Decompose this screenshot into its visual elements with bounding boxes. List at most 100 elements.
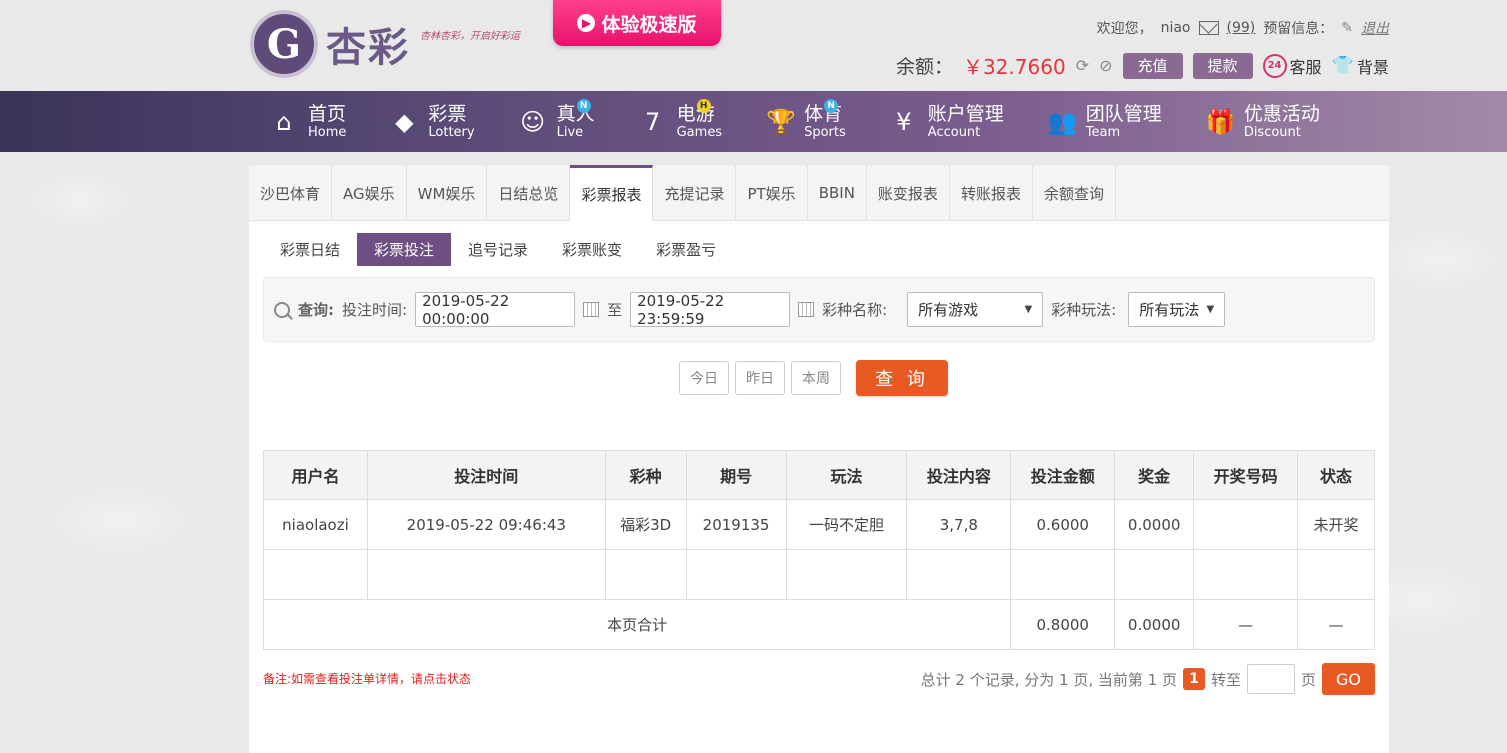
report-tabs: 沙巴体育 AG娱乐 WM娱乐 日结总览 彩票报表 充提记录 PT娱乐 BBIN 账变报表 转账报表… [249,165,1389,221]
quick-date-button[interactable]: 昨日 [735,361,785,395]
current-page-button[interactable]: 1 [1182,668,1205,690]
column-header: 状态 [1297,450,1375,500]
table-cell: 3,7,8 [906,499,1012,550]
support-24-icon: 24 [1262,53,1287,78]
play-type-select[interactable]: 所有玩法 ▼ [1128,292,1226,327]
table-cell: 福彩3D [604,499,687,550]
column-header: 开奖号码 [1193,450,1299,500]
username: niao [1160,20,1191,36]
promo-fast-version-button[interactable]: ▶ 体验极速版 [553,0,721,46]
nav-item-home[interactable]: ⌂ 首页 Home [270,91,346,152]
tab-2[interactable]: WM娱乐 [407,165,488,221]
table-cell [263,549,368,600]
subtab-3[interactable]: 彩票账变 [545,233,639,266]
nav-label-cn: 彩票 [428,102,467,125]
play-type-label: 彩种玩法: [1051,301,1117,319]
table-cell [1193,499,1299,550]
nav-badge: H [696,99,711,113]
start-time-input[interactable]: 2019-05-22 00:00:00 [415,292,576,328]
nav-item-team[interactable]: 👥 团队管理 Team [1048,91,1162,152]
balance-label: 余额： [895,56,953,78]
quick-date-button[interactable]: 今日 [679,361,729,395]
tab-5[interactable]: 充提记录 [653,165,737,221]
logo-slogan: 杏林杏彩，开启好彩运 [420,30,520,42]
lottery-icon: ◆ [395,107,414,136]
table-cell [906,549,1012,600]
withdraw-button[interactable]: 提款 [1192,52,1253,79]
nav-items: ⌂ 首页 Home ◆ 彩票 Lottery ☺ 真人 Live N 7 电游 Games H 🏆 体育 Spo… [270,91,1364,152]
promo-label: 体验极速版 [601,13,697,36]
recharge-button[interactable]: 充值 [1122,52,1183,79]
column-header: 期号 [685,450,787,500]
nav-item-sports[interactable]: 🏆 体育 Sports N [766,91,846,152]
query-label: 查询: [298,301,334,319]
table-header-row: 用户名 投注时间 彩种 期号 玩法 投注内容 投注金额 奖金 开奖号码 状态 [263,450,1375,500]
pagination: 总计 2 个记录, 分为 1 页, 当前第 1 页 1 转至 页 GO [921,663,1375,695]
total-cell: 0.8000 [1010,599,1116,650]
nav-badge: N [824,99,839,113]
tab-0[interactable]: 沙巴体育 [249,165,333,221]
table-cell[interactable]: 未开奖 [1297,499,1375,550]
nav-item-live[interactable]: ☺ 真人 Live N [519,91,595,152]
table-cell: 一码不定胆 [785,499,908,550]
mail-icon[interactable] [1198,21,1219,35]
site-logo[interactable]: G 杏彩 杏林杏彩，开启好彩运 [250,10,520,78]
goto-page-input[interactable] [1246,664,1295,694]
report-panel: 沙巴体育 AG娱乐 WM娱乐 日结总览 彩票报表 充提记录 PT娱乐 BBIN 账变报表 转账报表… [249,165,1389,753]
nav-label-en: Games [676,124,723,140]
nav-item-account[interactable]: ¥ 账户管理 Account [890,91,1004,152]
nav-label: 优惠活动 Discount [1243,102,1320,139]
tab-9[interactable]: 转账报表 [950,165,1033,221]
game-name-label: 彩种名称: [822,301,888,319]
message-count-link[interactable]: (99) [1227,20,1256,36]
quick-date-button[interactable]: 本周 [791,361,841,395]
trophy-icon: 🏆 [766,107,796,136]
nav-label-cn: 账户管理 [927,102,1004,125]
tab-7[interactable]: BBIN [808,165,867,221]
edit-icon[interactable]: ✎ [1341,20,1353,36]
subtab-2[interactable]: 追号记录 [451,233,545,266]
tab-4[interactable]: 彩票报表 [570,165,654,221]
eye-hide-icon[interactable]: ⊘ [1099,56,1112,75]
nav-item-lottery[interactable]: ◆ 彩票 Lottery [390,91,474,152]
table-cell [366,549,606,600]
tab-3[interactable]: 日结总览 [487,165,571,221]
tab-10[interactable]: 余额查询 [1033,165,1116,221]
end-time-input[interactable]: 2019-05-22 23:59:59 [630,292,791,328]
table-cell: 2019-05-22 09:46:43 [366,499,606,550]
query-button[interactable]: 查 询 [856,360,948,396]
to-label: 至 [607,301,623,319]
logout-link[interactable]: 退出 [1361,18,1389,38]
game-select-value: 所有游戏 [918,301,979,319]
total-cell: — [1193,599,1299,650]
total-cell: — [1297,599,1375,650]
table-cell [1114,549,1195,600]
total-cell: 0.0000 [1114,599,1195,650]
nav-label: 团队管理 Team [1086,104,1162,139]
subtab-1[interactable]: 彩票投注 [357,233,452,266]
subtab-0[interactable]: 彩票日结 [263,233,357,266]
column-header: 奖金 [1114,450,1195,500]
table-row-empty [263,549,1375,600]
customer-service-link[interactable]: 24 客服 [1262,53,1322,78]
goto-label: 转至 [1210,670,1241,689]
tab-6[interactable]: PT娱乐 [736,165,808,221]
balance-value: ￥32.7660 [962,55,1066,79]
calendar-icon[interactable] [798,302,815,317]
nav-item-discount[interactable]: 🎁 优惠活动 Discount [1206,91,1320,152]
reserved-info-label: 预留信息： [1263,21,1334,37]
tab-1[interactable]: AG娱乐 [332,165,407,221]
nav-label-en: Live [556,124,584,140]
tab-8[interactable]: 账变报表 [867,165,950,221]
nav-label-cn: 优惠活动 [1243,102,1320,125]
table-cell [1297,549,1375,600]
calendar-icon[interactable] [583,302,600,317]
subtab-4[interactable]: 彩票盈亏 [639,233,733,266]
balance-bar: 余额： ￥32.7660 ⟳ ⊘ 充值 提款 24 客服 👕 背景 [896,51,1389,80]
service-label: 客服 [1289,57,1322,77]
refresh-icon[interactable]: ⟳ [1076,56,1089,75]
go-button[interactable]: GO [1322,663,1375,695]
game-select[interactable]: 所有游戏 ▼ [907,292,1044,327]
background-switch-link[interactable]: 👕 背景 [1332,54,1389,78]
nav-item-games[interactable]: 7 电游 Games H [639,91,722,152]
